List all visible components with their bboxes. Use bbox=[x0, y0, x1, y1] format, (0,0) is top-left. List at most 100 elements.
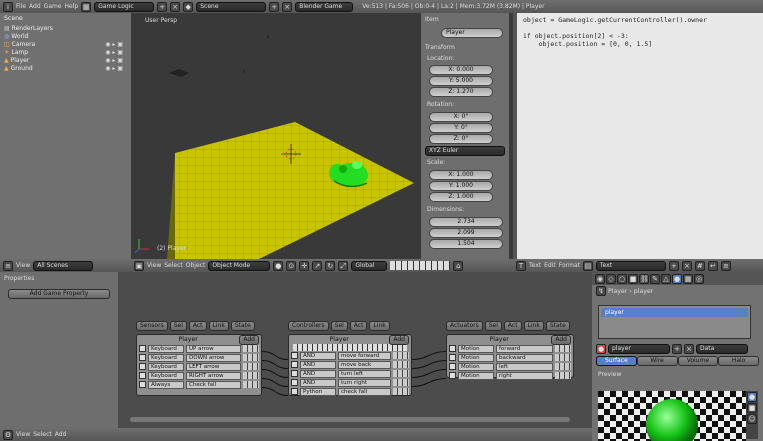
sensor-row-buttons[interactable] bbox=[243, 354, 259, 361]
add-sensor-button[interactable]: Add bbox=[239, 334, 259, 345]
controller-row-buttons[interactable] bbox=[393, 361, 409, 368]
controller-row-buttons[interactable] bbox=[393, 352, 409, 359]
sensors-act-tab[interactable]: Act bbox=[188, 320, 207, 331]
actuator-type[interactable]: Motion bbox=[458, 353, 494, 362]
world-tab-icon[interactable]: ○ bbox=[617, 273, 627, 284]
wire-tab[interactable]: Wire bbox=[636, 356, 678, 366]
dimension-z[interactable]: 1.504 bbox=[429, 239, 503, 249]
data-tab-icon[interactable]: △ bbox=[661, 273, 671, 284]
outliner-display-select[interactable]: All Scenes bbox=[33, 260, 94, 271]
material-slot-list[interactable]: player bbox=[598, 305, 751, 339]
rotation-z[interactable]: Z: 0° bbox=[429, 134, 493, 144]
sensor-row[interactable]: Keyboard DOWN arrow bbox=[137, 353, 261, 362]
viewport-view-menu[interactable]: View bbox=[147, 262, 161, 269]
actuator-row[interactable]: Motion backward bbox=[447, 353, 573, 362]
shading-icon[interactable]: ● bbox=[273, 260, 284, 271]
sensor-toggle[interactable] bbox=[139, 354, 146, 361]
physics-tab-icon[interactable]: ◎ bbox=[694, 273, 704, 284]
sensor-toggle[interactable] bbox=[139, 345, 146, 352]
controller-row-buttons[interactable] bbox=[393, 379, 409, 386]
actuators-sel-tab[interactable]: Sel bbox=[484, 320, 502, 331]
actuator-toggle[interactable] bbox=[449, 345, 456, 352]
outliner-item[interactable]: ◍ World bbox=[0, 32, 131, 40]
sensor-toggle[interactable] bbox=[139, 381, 146, 388]
menu-help[interactable]: Help bbox=[65, 3, 79, 10]
sensor-row-buttons[interactable] bbox=[243, 381, 259, 388]
rotation-y[interactable]: Y: 0° bbox=[429, 123, 493, 133]
sensor-type[interactable]: Keyboard bbox=[148, 353, 184, 362]
text-datablock-field[interactable]: Text bbox=[595, 260, 666, 271]
rotation-mode-select[interactable]: XYZ Euler bbox=[425, 146, 505, 156]
actuator-row-buttons[interactable] bbox=[555, 372, 571, 379]
scale-z[interactable]: Z: 1.000 bbox=[429, 192, 493, 202]
actuator-toggle[interactable] bbox=[449, 354, 456, 361]
actuator-name[interactable]: right bbox=[496, 371, 553, 380]
controller-toggle[interactable] bbox=[291, 388, 298, 395]
material-remove-icon[interactable]: × bbox=[684, 344, 694, 354]
material-tab-icon[interactable]: ● bbox=[672, 273, 682, 284]
controller-name[interactable]: move forward bbox=[338, 351, 391, 360]
menu-game[interactable]: Game bbox=[44, 3, 62, 10]
sensor-row[interactable]: Keyboard LEFT arrow bbox=[137, 362, 261, 371]
scene-tab-icon[interactable]: ◇ bbox=[606, 273, 616, 284]
text-unlink-icon[interactable]: × bbox=[681, 260, 692, 271]
scale-icon[interactable]: ⤢ bbox=[338, 260, 349, 271]
actuator-row-buttons[interactable] bbox=[555, 345, 571, 352]
controller-toggle[interactable] bbox=[291, 352, 298, 359]
actuator-toggle[interactable] bbox=[449, 363, 456, 370]
engine-select[interactable]: Blender Game bbox=[295, 1, 354, 12]
surface-tab[interactable]: Surface bbox=[596, 356, 637, 366]
object-tab-icon[interactable]: ■ bbox=[628, 273, 638, 284]
outliner-item[interactable]: ☀ Lamp ◉ ▸ ▣ bbox=[0, 48, 131, 56]
actuators-link-tab[interactable]: Link bbox=[523, 320, 544, 331]
actuators-state-tab[interactable]: State bbox=[545, 320, 570, 331]
location-y[interactable]: Y: 5.000 bbox=[429, 76, 493, 86]
constraints-tab-icon[interactable]: ⛓ bbox=[639, 273, 649, 284]
outliner-item[interactable]: ▲ Player ◉ ▸ ▣ bbox=[0, 56, 131, 64]
visibility-icons[interactable]: ◉ ▸ ▣ bbox=[105, 41, 123, 48]
controller-name[interactable]: turn left bbox=[338, 369, 391, 378]
visibility-icons[interactable]: ◉ ▸ ▣ bbox=[105, 49, 123, 56]
layout-select[interactable]: Game Logic bbox=[94, 1, 155, 12]
layer-buttons[interactable] bbox=[390, 261, 451, 270]
format-menu[interactable]: Format bbox=[559, 262, 580, 269]
outliner-view-menu[interactable]: View bbox=[16, 262, 30, 269]
logic-view-menu[interactable]: View bbox=[16, 431, 30, 438]
actuator-row[interactable]: Motion left bbox=[447, 362, 573, 371]
controller-type[interactable]: AND bbox=[300, 369, 336, 378]
controller-type[interactable]: Python bbox=[300, 387, 336, 396]
controller-row[interactable]: AND turn right bbox=[289, 378, 411, 387]
state-buttons[interactable] bbox=[293, 344, 407, 351]
object-name-field[interactable]: Player bbox=[441, 28, 503, 38]
sensor-row-buttons[interactable] bbox=[243, 345, 259, 352]
actuator-toggle[interactable] bbox=[449, 372, 456, 379]
visibility-icons[interactable]: ◉ ▸ ▣ bbox=[105, 57, 123, 64]
material-name-field[interactable]: player bbox=[608, 344, 670, 354]
controller-row-buttons[interactable] bbox=[393, 388, 409, 395]
add-controller-button[interactable]: Add bbox=[389, 334, 409, 345]
sensor-name[interactable]: Check fall bbox=[186, 380, 241, 389]
logic-add-menu[interactable]: Add bbox=[55, 431, 67, 438]
location-x[interactable]: X: 0.000 bbox=[429, 65, 493, 75]
actuator-name[interactable]: left bbox=[496, 362, 553, 371]
lock-icon[interactable]: ⌂ bbox=[453, 260, 464, 271]
controllers-select[interactable]: Controllers bbox=[288, 320, 329, 331]
sensor-type[interactable]: Keyboard bbox=[148, 344, 184, 353]
menu-file[interactable]: File bbox=[16, 3, 26, 10]
controller-row[interactable]: AND move forward bbox=[289, 351, 411, 360]
pivot-icon[interactable]: ⊙ bbox=[286, 260, 297, 271]
controller-toggle[interactable] bbox=[291, 370, 298, 377]
orientation-select[interactable]: Global bbox=[351, 260, 388, 271]
actuator-row-buttons[interactable] bbox=[555, 363, 571, 370]
controller-type[interactable]: AND bbox=[300, 351, 336, 360]
controller-toggle[interactable] bbox=[291, 379, 298, 386]
sensor-row-buttons[interactable] bbox=[243, 372, 259, 379]
logic-editor-icon[interactable]: ⚙ bbox=[3, 429, 13, 440]
controllers-act-tab[interactable]: Act bbox=[349, 320, 368, 331]
controller-type[interactable]: AND bbox=[300, 360, 336, 369]
preview-sphere-icon[interactable]: ● bbox=[747, 392, 757, 402]
line-numbers-icon[interactable]: # bbox=[694, 260, 705, 271]
info-editor-icon[interactable]: i bbox=[3, 1, 13, 12]
sensor-toggle[interactable] bbox=[139, 363, 146, 370]
dimension-x[interactable]: 2.734 bbox=[429, 217, 503, 227]
